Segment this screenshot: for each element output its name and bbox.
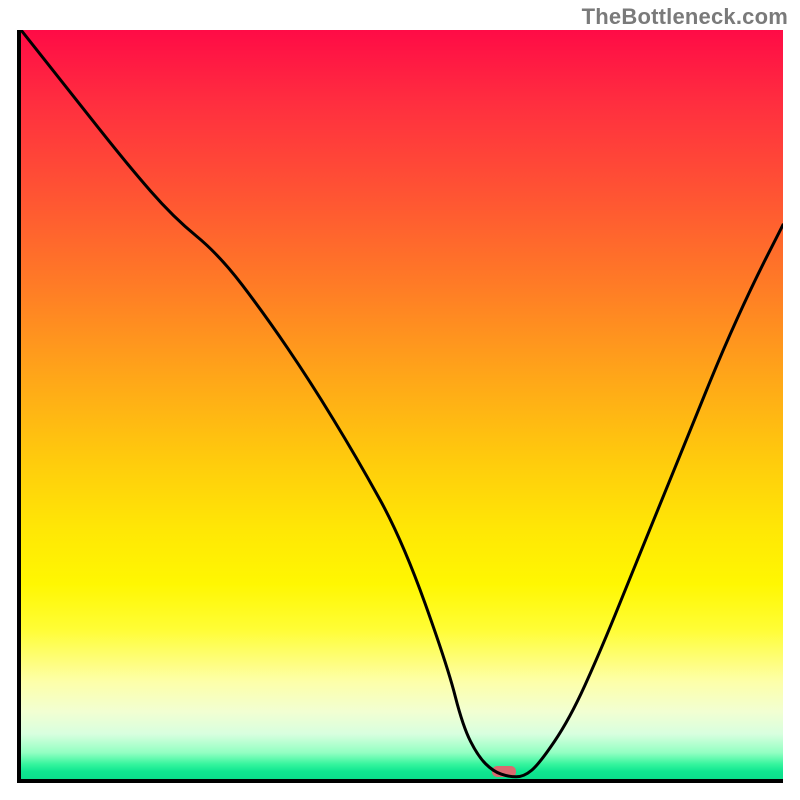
plot-area <box>17 30 783 783</box>
chart-container: TheBottleneck.com <box>0 0 800 800</box>
curve-path <box>21 30 783 777</box>
bottleneck-curve <box>21 30 783 779</box>
watermark-text: TheBottleneck.com <box>582 4 788 30</box>
